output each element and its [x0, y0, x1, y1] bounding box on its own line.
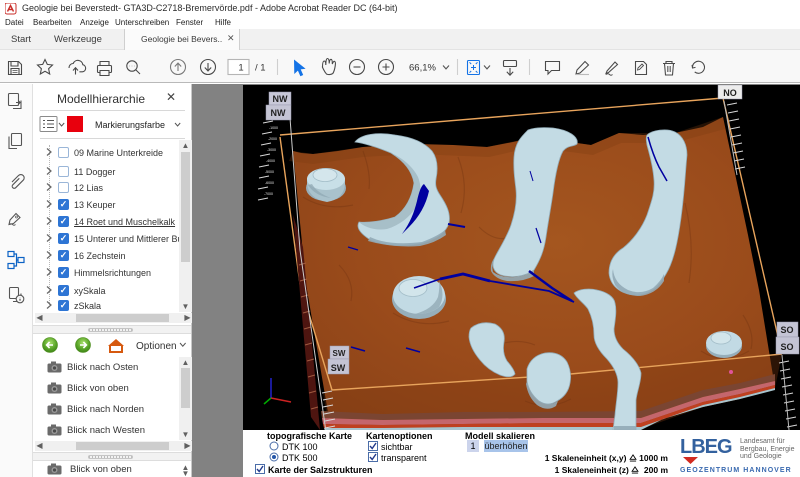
- svg-text:-3000: -3000: [267, 148, 276, 152]
- svg-text:-2000: -2000: [268, 137, 277, 141]
- svg-text:SW: SW: [331, 363, 346, 373]
- svg-text:SW: SW: [333, 349, 346, 358]
- svg-text:-5000: -5000: [265, 170, 274, 174]
- svg-text:-4000: -4000: [266, 159, 275, 163]
- svg-text:1: 1: [238, 63, 243, 74]
- svg-text:/ 1: / 1: [255, 63, 266, 74]
- svg-text:NO: NO: [723, 88, 737, 98]
- svg-text:-1000: -1000: [269, 126, 278, 130]
- svg-text:SO: SO: [780, 342, 793, 352]
- svg-text:Optionen: Optionen: [136, 341, 177, 352]
- svg-text:-7000: -7000: [264, 192, 273, 196]
- svg-text:SO: SO: [780, 325, 793, 335]
- svg-text:66,1%: 66,1%: [409, 63, 436, 74]
- svg-text:Markierungsfarbe: Markierungsfarbe: [95, 120, 165, 130]
- svg-text:NW: NW: [273, 94, 288, 104]
- svg-text:-6000: -6000: [265, 181, 274, 185]
- svg-text:NW: NW: [271, 108, 286, 118]
